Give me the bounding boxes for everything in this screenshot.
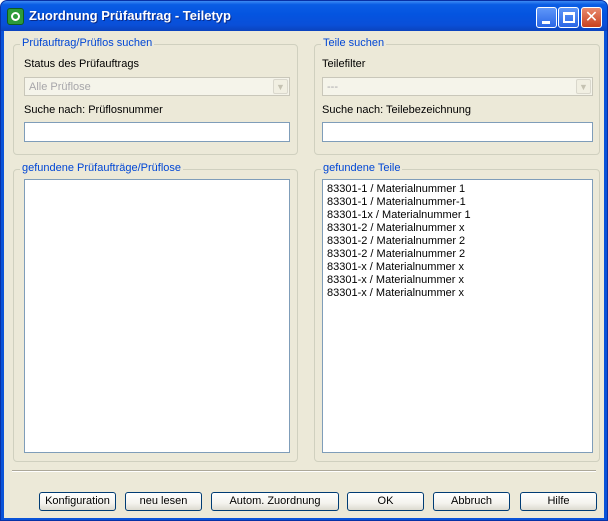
auto-assign-button[interactable]: Autom. Zuordnung: [211, 492, 339, 511]
app-icon: [7, 8, 24, 25]
maximize-button[interactable]: [558, 7, 579, 28]
list-item[interactable]: 83301-2 / Materialnummer 2: [323, 235, 592, 248]
list-item[interactable]: 83301-2 / Materialnummer 2: [323, 248, 592, 261]
cancel-button[interactable]: Abbruch: [433, 492, 510, 511]
parts-search-label: Suche nach: Teilebezeichnung: [322, 104, 472, 116]
list-item[interactable]: 83301-1 / Materialnummer 1: [323, 183, 592, 196]
list-item[interactable]: 83301-x / Materialnummer x: [323, 261, 592, 274]
close-icon: ✕: [584, 9, 599, 26]
parts-filter-label: Teilefilter: [322, 58, 366, 70]
found-orders-legend: gefundene Prüfaufträge/Prüflose: [20, 162, 184, 174]
reload-button[interactable]: neu lesen: [125, 492, 202, 511]
minimize-icon: [542, 21, 550, 24]
window-title: Zuordnung Prüfauftrag - Teiletyp: [29, 8, 231, 23]
list-item[interactable]: 83301-x / Materialnummer x: [323, 274, 592, 287]
order-search-legend: Prüfauftrag/Prüflos suchen: [20, 37, 155, 49]
ok-button[interactable]: OK: [347, 492, 424, 511]
close-button[interactable]: ✕: [581, 7, 602, 28]
list-item[interactable]: 83301-x / Materialnummer x: [323, 287, 592, 300]
chevron-down-icon[interactable]: ▼: [576, 79, 591, 94]
parts-search-input[interactable]: [322, 122, 593, 142]
maximize-icon: [563, 12, 575, 23]
found-parts-legend: gefundene Teile: [321, 162, 403, 174]
found-parts-list[interactable]: 83301-1 / Materialnummer 1 83301-1 / Mat…: [322, 179, 593, 453]
order-status-value: Alle Prüflose: [29, 81, 91, 93]
configuration-button[interactable]: Konfiguration: [39, 492, 116, 511]
dialog-client-area: Prüfauftrag/Prüflos suchen Status des Pr…: [4, 31, 604, 518]
order-search-input[interactable]: [24, 122, 290, 142]
help-button[interactable]: Hilfe: [520, 492, 597, 511]
dialog-window: Zuordnung Prüfauftrag - Teiletyp ✕ Prüfa…: [0, 0, 608, 521]
title-bar[interactable]: Zuordnung Prüfauftrag - Teiletyp ✕: [1, 1, 607, 31]
order-search-label: Suche nach: Prüflosnummer: [24, 104, 163, 116]
order-status-label: Status des Prüfauftrags: [24, 58, 139, 70]
chevron-down-icon[interactable]: ▼: [273, 79, 288, 94]
order-status-select[interactable]: Alle Prüflose ▼: [24, 77, 290, 96]
footer-separator: [12, 470, 596, 472]
list-item[interactable]: 83301-2 / Materialnummer x: [323, 222, 592, 235]
parts-search-legend: Teile suchen: [321, 37, 387, 49]
parts-filter-value: ---: [327, 81, 338, 93]
parts-filter-select[interactable]: --- ▼: [322, 77, 593, 96]
list-item[interactable]: 83301-1x / Materialnummer 1: [323, 209, 592, 222]
found-orders-list[interactable]: [24, 179, 290, 453]
list-item[interactable]: 83301-1 / Materialnummer-1: [323, 196, 592, 209]
minimize-button[interactable]: [536, 7, 557, 28]
